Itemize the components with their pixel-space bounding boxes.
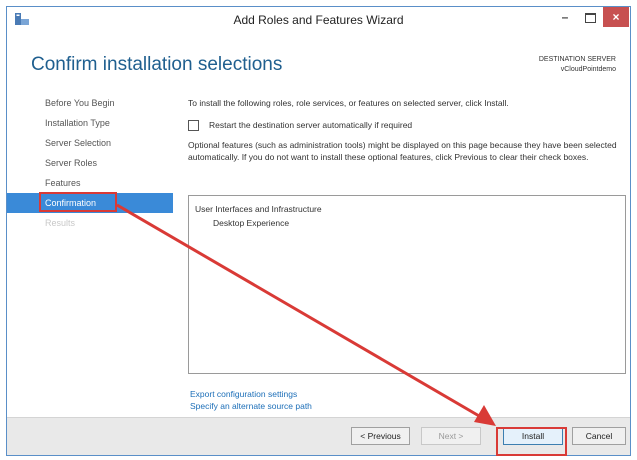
nav-item-server-roles[interactable]: Server Roles (7, 153, 173, 173)
nav-item-before-you-begin[interactable]: Before You Begin (7, 93, 173, 113)
alternate-source-link[interactable]: Specify an alternate source path (190, 400, 312, 412)
restart-checkbox[interactable] (188, 120, 199, 132)
cancel-button[interactable]: Cancel (572, 427, 626, 445)
destination-value: vCloudPointdemo (560, 66, 616, 73)
next-button: Next > (421, 427, 481, 445)
destination-label: DESTINATION SERVER (538, 56, 616, 63)
maximize-icon[interactable] (579, 7, 601, 27)
title-bar: Add Roles and Features Wizard – × (7, 7, 630, 33)
nav-item-confirmation[interactable]: Confirmation (7, 193, 173, 213)
links-section: Export configuration settings Specify an… (190, 388, 312, 412)
optional-features-text: Optional features (such as administratio… (188, 140, 617, 162)
restart-option[interactable]: Restart the destination server automatic… (188, 120, 413, 132)
button-bar: < Previous Next > Install Cancel (7, 417, 630, 455)
minimize-icon[interactable]: – (554, 7, 576, 27)
restart-label: Restart the destination server automatic… (209, 120, 413, 130)
close-icon[interactable]: × (603, 7, 629, 27)
nav-item-server-selection[interactable]: Server Selection (7, 133, 173, 153)
main-content: To install the following roles, role ser… (188, 98, 628, 411)
export-config-link[interactable]: Export configuration settings (190, 388, 312, 400)
wizard-window: Add Roles and Features Wizard – × Confir… (6, 6, 631, 456)
wizard-nav: Before You Begin Installation Type Serve… (7, 93, 173, 233)
intro-text: To install the following roles, role ser… (188, 98, 509, 108)
window-title: Add Roles and Features Wizard (233, 13, 404, 27)
nav-item-installation-type[interactable]: Installation Type (7, 113, 173, 133)
nav-item-features[interactable]: Features (7, 173, 173, 193)
nav-item-results: Results (45, 218, 76, 228)
selection-list[interactable]: User Interfaces and Infrastructure Deskt… (188, 195, 626, 374)
list-item: Desktop Experience (213, 218, 290, 228)
previous-button[interactable]: < Previous (351, 427, 410, 445)
list-item: User Interfaces and Infrastructure (195, 204, 322, 214)
page-title: Confirm installation selections (31, 54, 283, 75)
install-button[interactable]: Install (503, 427, 563, 445)
destination-server: DESTINATION SERVER vCloudPointdemo (539, 55, 616, 75)
